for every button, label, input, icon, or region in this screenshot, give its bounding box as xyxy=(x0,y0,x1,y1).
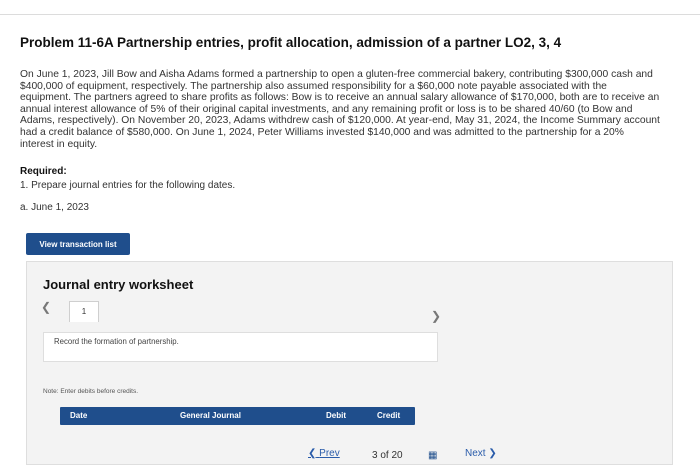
column-header-credit: Credit xyxy=(377,411,401,420)
prev-label: Prev xyxy=(319,448,340,459)
next-button[interactable]: Next ❯ xyxy=(465,448,525,463)
worksheet-title: Journal entry worksheet xyxy=(43,277,194,292)
journal-grid-header: Date General Journal Debit Credit xyxy=(60,407,415,425)
note-text: Note: Enter debits before credits. xyxy=(43,388,139,395)
current-page: 3 xyxy=(372,450,378,461)
bottom-navigation: ❮ Prev 3 of 20 ▦ Next ❯ xyxy=(300,448,700,463)
column-header-general-journal: General Journal xyxy=(180,411,241,420)
page: Problem 11-6A Partnership entries, profi… xyxy=(0,0,700,465)
total-pages: 20 xyxy=(391,450,403,461)
requirement-sub-a: a. June 1, 2023 xyxy=(20,202,89,213)
chevron-left-icon: ❮ xyxy=(308,448,317,459)
chevron-right-icon: ❯ xyxy=(488,448,497,459)
instruction-text: Record the formation of partnership. xyxy=(54,337,179,346)
chevron-left-icon[interactable]: ❮ xyxy=(41,300,51,314)
requirement-1: 1. Prepare journal entries for the follo… xyxy=(20,180,236,191)
chevron-right-icon[interactable]: ❯ xyxy=(431,309,441,323)
column-header-debit: Debit xyxy=(326,411,346,420)
top-divider xyxy=(0,14,700,15)
step-tab-1[interactable]: 1 xyxy=(69,301,99,322)
problem-description: On June 1, 2023, Jill Bow and Aisha Adam… xyxy=(20,69,660,150)
grid-icon[interactable]: ▦ xyxy=(428,450,437,461)
page-indicator: 3 of 20 xyxy=(372,450,403,461)
next-label: Next xyxy=(465,448,486,459)
prev-button[interactable]: ❮ Prev xyxy=(308,448,356,463)
view-transaction-list-button[interactable]: View transaction list xyxy=(26,233,130,255)
problem-title: Problem 11-6A Partnership entries, profi… xyxy=(20,35,562,50)
of-label: of xyxy=(380,450,389,461)
column-header-date: Date xyxy=(70,411,88,420)
required-label: Required: xyxy=(20,166,67,177)
